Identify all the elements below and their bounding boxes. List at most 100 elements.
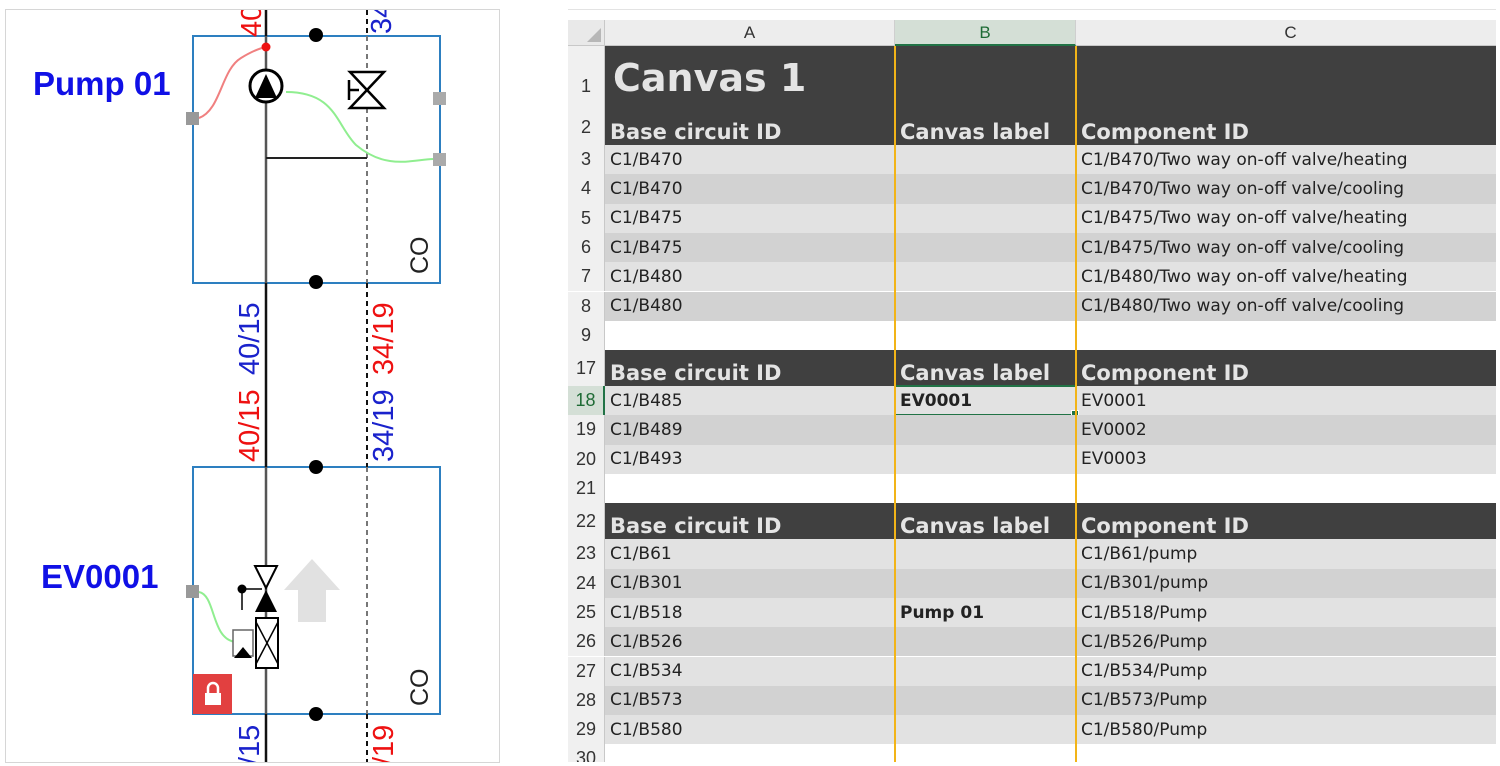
cell-a22[interactable]: Base circuit ID (605, 503, 895, 540)
cell-b22[interactable]: Canvas label (895, 503, 1076, 540)
cell-a21[interactable] (605, 474, 895, 504)
row-header[interactable]: 26 (568, 627, 605, 657)
spreadsheet[interactable]: ABC 1 Canvas 1 2 Base circuit ID Canvas labe… (568, 9, 1496, 762)
cell-c17[interactable]: Component ID (1076, 350, 1496, 387)
cell-b17[interactable]: Canvas label (895, 350, 1076, 387)
line-label-bottom-left: /15 (234, 724, 266, 763)
cell-b23[interactable] (895, 539, 1076, 569)
cell-b25[interactable]: Pump 01 (895, 597, 1076, 628)
cell-b30[interactable] (895, 744, 1076, 762)
cell-c29[interactable]: C1/B580/Pump (1076, 715, 1496, 745)
column-border-line (1075, 46, 1077, 762)
cell-c1[interactable] (1076, 46, 1496, 109)
cell-b20[interactable] (895, 444, 1076, 474)
cell-c28[interactable]: C1/B573/Pump (1076, 685, 1496, 716)
cell-a30[interactable] (605, 744, 895, 762)
cell-c4[interactable]: C1/B470/Two way on-off valve/cooling (1076, 174, 1496, 204)
cell-a4[interactable]: C1/B470 (605, 174, 895, 204)
row-header[interactable]: 25 (568, 597, 605, 628)
cell-b2[interactable]: Canvas label (895, 109, 1076, 145)
cell-a17[interactable]: Base circuit ID (605, 350, 895, 387)
cell-a24[interactable]: C1/B301 (605, 568, 895, 598)
cell-c20[interactable]: EV0003 (1076, 444, 1496, 474)
row-header[interactable]: 20 (568, 444, 605, 474)
cell-a28[interactable]: C1/B573 (605, 685, 895, 716)
cell-c18[interactable]: EV0001 (1076, 386, 1496, 416)
cell-c21[interactable] (1076, 474, 1496, 504)
cell-b9[interactable] (895, 320, 1076, 351)
cell-a26[interactable]: C1/B526 (605, 627, 895, 657)
row-header[interactable]: 18 (568, 386, 605, 416)
cell-a6[interactable]: C1/B475 (605, 232, 895, 263)
cell-b19[interactable] (895, 415, 1076, 445)
cell-c25[interactable]: C1/B518/Pump (1076, 597, 1496, 628)
row-header[interactable]: 5 (568, 203, 605, 233)
cell-c2[interactable]: Component ID (1076, 109, 1496, 145)
cell-a27[interactable]: C1/B534 (605, 656, 895, 686)
cell-b4[interactable] (895, 174, 1076, 204)
cell-b1[interactable] (895, 46, 1076, 109)
cell-c5[interactable]: C1/B475/Two way on-off valve/heating (1076, 203, 1496, 233)
row-header[interactable]: 28 (568, 685, 605, 716)
column-header-c[interactable]: C (1076, 20, 1496, 46)
cell-a8[interactable]: C1/B480 (605, 291, 895, 321)
cell-c23[interactable]: C1/B61/pump (1076, 539, 1496, 569)
row-header[interactable]: 7 (568, 262, 605, 292)
row-header[interactable]: 27 (568, 656, 605, 686)
cell-c9[interactable] (1076, 320, 1496, 351)
cell-c27[interactable]: C1/B534/Pump (1076, 656, 1496, 686)
row-header[interactable]: 19 (568, 415, 605, 445)
cell-b8[interactable] (895, 291, 1076, 321)
cell-a19[interactable]: C1/B489 (605, 415, 895, 445)
cell-b6[interactable] (895, 232, 1076, 263)
cell-c30[interactable] (1076, 744, 1496, 762)
cell-b21[interactable] (895, 474, 1076, 504)
cell-b5[interactable] (895, 203, 1076, 233)
cell-b29[interactable] (895, 715, 1076, 745)
row-header[interactable]: 30 (568, 744, 605, 762)
cell-a25[interactable]: C1/B518 (605, 597, 895, 628)
cell-a29[interactable]: C1/B580 (605, 715, 895, 745)
schematic-canvas[interactable]: Pump 01 EV0001 40 34 40/15 40/15 34/19 3… (5, 9, 500, 763)
row-header[interactable]: 22 (568, 503, 605, 540)
cell-c3[interactable]: C1/B470/Two way on-off valve/heating (1076, 145, 1496, 175)
row-header[interactable]: 3 (568, 145, 605, 175)
cell-c7[interactable]: C1/B480/Two way on-off valve/heating (1076, 262, 1496, 292)
cell-a20[interactable]: C1/B493 (605, 444, 895, 474)
cell-a18[interactable]: C1/B485 (605, 386, 895, 416)
row-header[interactable]: 9 (568, 320, 605, 351)
row-header[interactable]: 23 (568, 539, 605, 569)
cell-c6[interactable]: C1/B475/Two way on-off valve/cooling (1076, 232, 1496, 263)
column-header-b[interactable]: B (895, 20, 1076, 46)
cell-b27[interactable] (895, 656, 1076, 686)
cell-a3[interactable]: C1/B470 (605, 145, 895, 175)
cell-b7[interactable] (895, 262, 1076, 292)
row-header[interactable]: 4 (568, 174, 605, 204)
row-header[interactable]: 1 (568, 46, 605, 109)
column-header-a[interactable]: A (605, 20, 895, 46)
active-cell-selection[interactable] (894, 385, 1079, 419)
cell-c24[interactable]: C1/B301/pump (1076, 568, 1496, 598)
cell-b24[interactable] (895, 568, 1076, 598)
cell-a5[interactable]: C1/B475 (605, 203, 895, 233)
cell-c8[interactable]: C1/B480/Two way on-off valve/cooling (1076, 291, 1496, 321)
cell-a1[interactable]: Canvas 1 (605, 46, 895, 109)
cell-a9[interactable] (605, 320, 895, 351)
cell-a23[interactable]: C1/B61 (605, 539, 895, 569)
cell-a2[interactable]: Base circuit ID (605, 109, 895, 145)
cell-c22[interactable]: Component ID (1076, 503, 1496, 540)
select-all-corner[interactable] (568, 20, 605, 46)
cell-c19[interactable]: EV0002 (1076, 415, 1496, 445)
row-header[interactable]: 17 (568, 350, 605, 387)
cell-a7[interactable]: C1/B480 (605, 262, 895, 292)
row-header[interactable]: 24 (568, 568, 605, 598)
cell-b26[interactable] (895, 627, 1076, 657)
cell-b28[interactable] (895, 685, 1076, 716)
row-header[interactable]: 29 (568, 715, 605, 745)
cell-c26[interactable]: C1/B526/Pump (1076, 627, 1496, 657)
row-header[interactable]: 6 (568, 232, 605, 263)
cell-b3[interactable] (895, 145, 1076, 175)
row-header[interactable]: 21 (568, 474, 605, 504)
row-header[interactable]: 8 (568, 291, 605, 321)
row-header[interactable]: 2 (568, 109, 605, 145)
